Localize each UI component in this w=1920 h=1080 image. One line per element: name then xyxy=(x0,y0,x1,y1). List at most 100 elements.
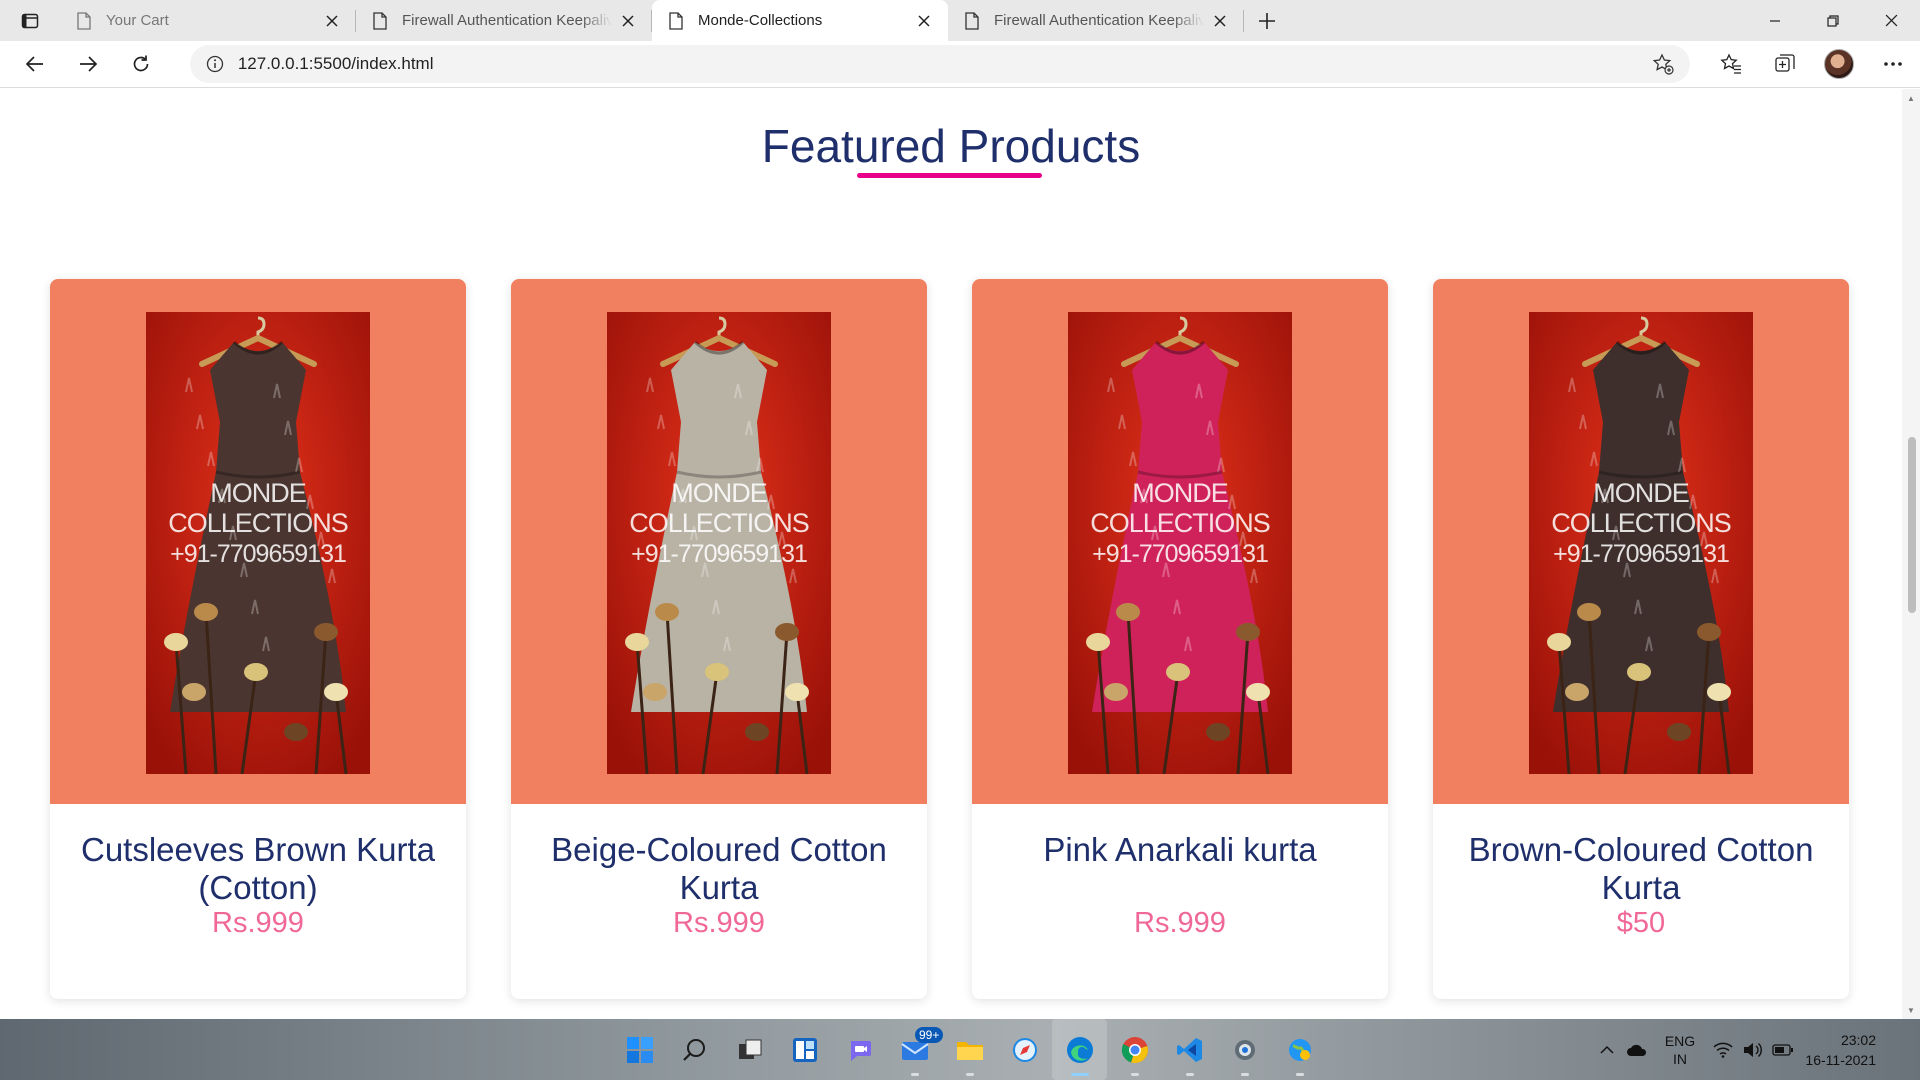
chrome-button[interactable] xyxy=(1107,1019,1162,1080)
product-card[interactable]: MONDE COLLECTIONS +91-7709659131 Beige-Col… xyxy=(511,279,927,999)
arrow-right-icon xyxy=(79,56,98,72)
product-photo[interactable]: MONDE COLLECTIONS +91-7709659131 xyxy=(1068,312,1292,774)
close-icon xyxy=(326,14,338,27)
product-name[interactable]: Beige-Coloured Cotton Kurta xyxy=(521,831,917,907)
arrow-left-icon xyxy=(25,56,43,72)
dried-flower xyxy=(1104,683,1128,701)
task-view-button[interactable] xyxy=(722,1019,777,1080)
dried-flower xyxy=(164,633,188,651)
new-tab-button[interactable] xyxy=(1244,0,1290,41)
product-price: $50 xyxy=(1616,907,1666,939)
mail-button[interactable]: 99+ xyxy=(887,1019,944,1080)
section-title: Featured Products xyxy=(761,120,1141,172)
language-indicator[interactable]: ENG IN xyxy=(1652,1032,1708,1068)
dried-flower xyxy=(284,723,308,741)
safari-app-button[interactable] xyxy=(997,1019,1052,1080)
wifi-button[interactable] xyxy=(1708,1042,1738,1058)
vscode-button[interactable] xyxy=(1162,1019,1217,1080)
product-card[interactable]: MONDE COLLECTIONS +91-7709659131 Brown-Col… xyxy=(1433,279,1849,999)
close-icon xyxy=(622,14,634,27)
forward-button[interactable] xyxy=(61,44,114,84)
scrollbar-thumb[interactable] xyxy=(1908,437,1916,613)
tab-actions-button[interactable] xyxy=(0,0,60,41)
refresh-button[interactable] xyxy=(115,44,168,84)
product-name[interactable]: Pink Anarkali kurta xyxy=(982,831,1378,869)
chat-icon xyxy=(850,1040,871,1061)
dried-flower xyxy=(775,623,799,641)
teams-chat-button[interactable] xyxy=(832,1019,887,1080)
close-tab-button[interactable] xyxy=(1210,11,1230,31)
restore-button[interactable] xyxy=(1804,0,1862,41)
product-photo-graphic: MONDECOLLECTIONS+91-7709659131 xyxy=(1068,312,1292,774)
address-bar[interactable]: 127.0.0.1:5500/index.html xyxy=(189,45,1690,83)
dried-flower xyxy=(314,623,338,641)
collections-button[interactable] xyxy=(1758,44,1812,84)
tab-your-cart[interactable]: Your Cart xyxy=(60,0,356,41)
product-card[interactable]: MONDE COLLECTIONS +91-7709659131 Cutsleeve… xyxy=(50,279,466,999)
clock-button[interactable]: 23:02 16-11-2021 xyxy=(1798,1030,1894,1070)
running-indicator xyxy=(966,1073,974,1076)
system-tray: ENG IN 23:02 16-11-2021 xyxy=(1592,1019,1920,1080)
widgets-button[interactable] xyxy=(777,1019,832,1080)
tab-monde-collections[interactable]: Monde-Collections xyxy=(652,0,948,41)
close-window-button[interactable] xyxy=(1862,0,1920,41)
product-card[interactable]: MONDE COLLECTIONS +91-7709659131 Pink Anar… xyxy=(972,279,1388,999)
dried-flower xyxy=(182,683,206,701)
dried-flower xyxy=(1116,603,1140,621)
url-text: 127.0.0.1:5500/index.html xyxy=(237,54,434,73)
start-button[interactable] xyxy=(612,1019,667,1080)
minimize-button[interactable] xyxy=(1746,0,1804,41)
dried-flower xyxy=(1086,633,1110,651)
watermark-text: COLLECTIONS xyxy=(1090,508,1270,538)
add-favorite-button[interactable] xyxy=(1652,53,1674,75)
product-photo-graphic: MONDECOLLECTIONS+91-7709659131 xyxy=(1529,312,1753,774)
close-tab-button[interactable] xyxy=(618,11,638,31)
close-tab-button[interactable] xyxy=(914,11,934,31)
watermark-text: +91-7709659131 xyxy=(170,540,346,568)
product-name[interactable]: Cutsleeves Brown Kurta (Cotton) xyxy=(60,831,456,907)
dried-flower xyxy=(1246,683,1270,701)
product-price: Rs.999 xyxy=(1134,907,1226,939)
collections-icon xyxy=(1775,54,1795,72)
product-name[interactable]: Brown-Coloured Cotton Kurta xyxy=(1443,831,1839,907)
product-photo[interactable]: MONDE COLLECTIONS +91-7709659131 xyxy=(1529,312,1753,774)
region-code: IN xyxy=(1673,1050,1687,1067)
page-scrollbar[interactable]: ▲ ▼ xyxy=(1902,89,1920,1019)
battery-button[interactable] xyxy=(1768,1043,1798,1056)
windows-taskbar: 99+ ENG IN 23:02 16-11-2021 xyxy=(0,1019,1920,1080)
settings-menu-button[interactable] xyxy=(1866,44,1920,84)
file-explorer-button[interactable] xyxy=(942,1019,997,1080)
restore-icon xyxy=(1827,14,1839,27)
onedrive-button[interactable] xyxy=(1622,1043,1652,1057)
scroll-up-arrow[interactable]: ▲ xyxy=(1906,93,1916,103)
profile-button[interactable] xyxy=(1812,44,1866,84)
favorites-button[interactable] xyxy=(1704,44,1758,84)
network-app-button[interactable] xyxy=(1272,1019,1327,1080)
dried-flower xyxy=(1166,663,1190,681)
product-photo[interactable]: MONDE COLLECTIONS +91-7709659131 xyxy=(607,312,831,774)
tab-title: Monde-Collections xyxy=(698,12,823,29)
close-icon xyxy=(1885,14,1897,27)
site-info-button[interactable] xyxy=(206,55,224,73)
language-code: ENG xyxy=(1664,1032,1696,1049)
dried-flower xyxy=(785,683,809,701)
tab-firewall-auth-1[interactable]: Firewall Authentication Keepalive xyxy=(356,0,652,41)
search-button[interactable] xyxy=(667,1019,722,1080)
back-button[interactable] xyxy=(8,44,61,84)
product-photo[interactable]: MONDE COLLECTIONS +91-7709659131 xyxy=(146,312,370,774)
close-tab-button[interactable] xyxy=(322,11,342,31)
browser-tab-strip: Your Cart Firewall Authentication Keepal… xyxy=(0,0,1920,41)
show-hidden-icons-button[interactable] xyxy=(1592,1045,1622,1055)
compass-icon xyxy=(1012,1037,1037,1062)
volume-button[interactable] xyxy=(1738,1042,1768,1058)
avatar xyxy=(1824,49,1854,79)
watermark-text: MONDE xyxy=(671,478,767,508)
tab-firewall-auth-2[interactable]: Firewall Authentication Keepalive xyxy=(948,0,1244,41)
scroll-down-arrow[interactable]: ▼ xyxy=(1906,1005,1916,1015)
dried-flower xyxy=(1697,623,1721,641)
browser-toolbar: 127.0.0.1:5500/index.html xyxy=(0,41,1920,88)
settings-app-button[interactable] xyxy=(1217,1019,1272,1080)
edge-button[interactable] xyxy=(1052,1019,1107,1080)
task-view-icon xyxy=(738,1039,761,1059)
dried-flower xyxy=(1547,633,1571,651)
